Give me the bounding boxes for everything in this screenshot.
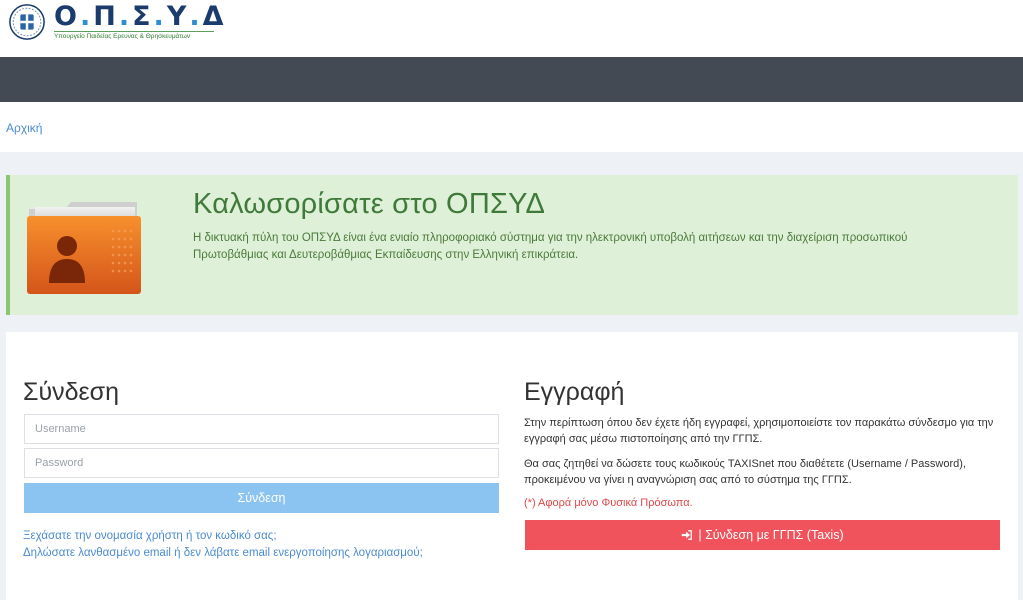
login-button[interactable]: Σύνδεση xyxy=(24,483,499,513)
breadcrumb-home-link[interactable]: Αρχική xyxy=(6,121,42,135)
register-info-text: Στην περίπτωση όπου δεν έχετε ήδη εγγραφ… xyxy=(524,417,994,445)
welcome-banner: Καλωσορίσατε στο ΟΠΣΥΔ Η δικτυακή πύλη τ… xyxy=(6,175,1018,315)
logo-subtitle: Υπουργείο Παιδείας Ερευνας & Θρησκευμάτω… xyxy=(54,31,214,40)
login-heading: Σύνδεση xyxy=(23,378,120,406)
register-taxisnet-text: Θα σας ζητηθεί να δώσετε τους κωδικούς T… xyxy=(524,458,966,486)
register-heading: Εγγραφή xyxy=(524,378,625,406)
password-input[interactable] xyxy=(24,448,499,478)
wrong-email-link[interactable]: Δηλώσατε λανθασμένο email ή δεν λάβατε e… xyxy=(23,547,423,559)
register-note: (*) Αφορά μόνο Φυσικά Πρόσωπα. xyxy=(524,497,693,509)
breadcrumb: Αρχική xyxy=(0,102,1023,152)
welcome-title: Καλωσορίσατε στο ΟΠΣΥΔ xyxy=(193,188,546,220)
greek-emblem-icon xyxy=(9,4,45,40)
main-navbar xyxy=(0,57,1023,102)
logo-title: Ο.Π.Σ.Υ.Δ xyxy=(54,1,227,32)
user-folder-icon xyxy=(27,202,141,294)
site-header: Ο.Π.Σ.Υ.Δ Υπουργείο Παιδείας Ερευνας & Θ… xyxy=(0,0,1023,57)
taxis-login-button[interactable]: | Σύνδεση με ΓΓΠΣ (Taxis) xyxy=(525,520,1000,550)
taxis-button-label: | Σύνδεση με ΓΓΠΣ (Taxis) xyxy=(698,528,844,542)
site-logo[interactable]: Ο.Π.Σ.Υ.Δ Υπουργείο Παιδείας Ερευνας & Θ… xyxy=(6,1,246,43)
welcome-description: Η δικτυακή πύλη του ΟΠΣΥΔ είναι ένα ενια… xyxy=(193,232,908,261)
sign-in-icon xyxy=(682,530,693,540)
username-input[interactable] xyxy=(24,414,499,444)
auth-panel: Σύνδεση Σύνδεση Ξεχάσατε την ονομασία χρ… xyxy=(6,332,1018,600)
forgot-credentials-link[interactable]: Ξεχάσατε την ονομασία χρήστη ή τον κωδικ… xyxy=(23,530,277,542)
